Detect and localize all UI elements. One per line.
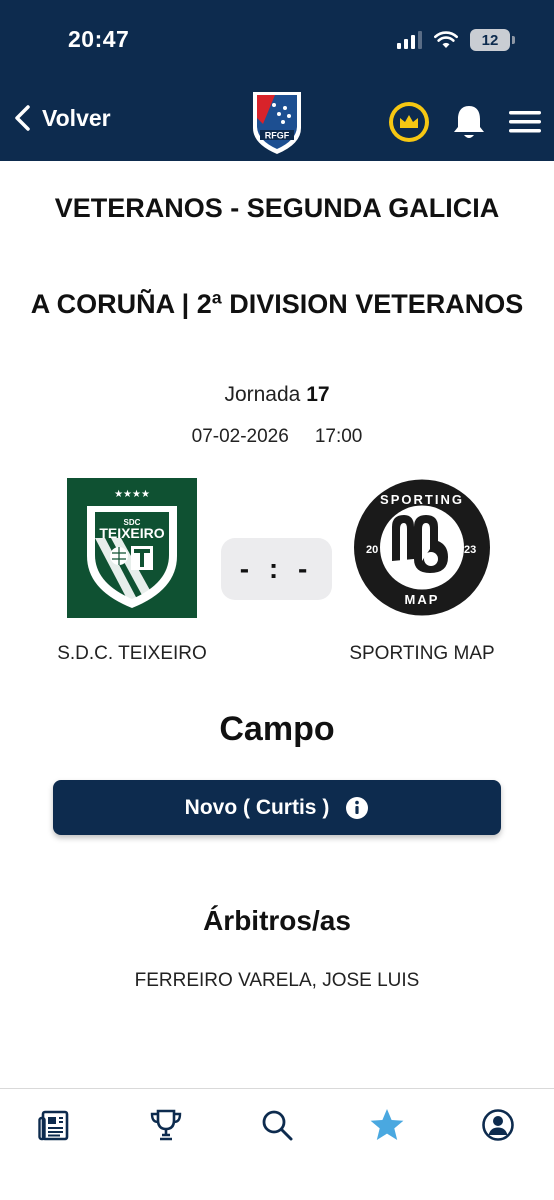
- signal-icon: [397, 31, 422, 49]
- nav-news[interactable]: [37, 1107, 73, 1143]
- crown-icon: [400, 115, 418, 128]
- app-header: 20:47 12 Volver RFGF: [0, 0, 554, 161]
- nav-favorites[interactable]: [369, 1107, 405, 1143]
- referee-names: FERREIRO VARELA, JOSE LUIS: [134, 970, 420, 991]
- away-logo-bottom: MAP: [405, 592, 440, 607]
- trophy-icon: [150, 1109, 182, 1141]
- rfgf-logo-icon[interactable]: RFGF: [249, 86, 305, 156]
- jornada-label: Jornada: [224, 383, 301, 406]
- nav-search[interactable]: [259, 1107, 295, 1143]
- competition-title: VETERANOS - SEGUNDA GALICIA: [54, 193, 500, 223]
- news-icon: [38, 1110, 69, 1141]
- jornada-number: 17: [306, 383, 330, 406]
- match-date: 07-02-2026: [191, 426, 289, 447]
- match-time: 17:00: [314, 426, 363, 447]
- home-logo-name: TEIXEIRO: [99, 525, 164, 541]
- match-datetime: 07-02-2026 17:00: [0, 426, 554, 448]
- jornada: Jornada 17: [0, 383, 554, 407]
- away-logo-left: 20: [366, 544, 378, 556]
- status-time: 20:47: [68, 26, 130, 52]
- score-box: - : -: [221, 538, 332, 600]
- away-team-name[interactable]: SPORTING MAP: [330, 643, 514, 665]
- nav-profile[interactable]: [480, 1107, 516, 1143]
- venue-name: Novo ( Curtis ): [184, 795, 330, 819]
- battery-icon: 12: [470, 29, 515, 51]
- venue-button[interactable]: Novo ( Curtis ): [53, 780, 501, 835]
- bell-icon[interactable]: [450, 102, 488, 142]
- star-icon: [370, 1109, 404, 1140]
- search-icon: [262, 1110, 293, 1141]
- premium-button[interactable]: [389, 102, 429, 142]
- home-team-logo[interactable]: ★★★★ SDC TEIXEIRO: [67, 478, 197, 618]
- logo-text: RFGF: [265, 131, 290, 141]
- away-logo-right: 23: [464, 544, 476, 556]
- menu-icon[interactable]: [509, 110, 541, 134]
- nav-competitions[interactable]: [148, 1107, 184, 1143]
- bottom-nav: [0, 1088, 554, 1200]
- venue-section-title: Campo: [219, 710, 335, 748]
- home-logo-stars: ★★★★: [114, 489, 150, 500]
- back-button[interactable]: Volver: [12, 104, 111, 132]
- chevron-left-icon: [15, 105, 30, 131]
- home-team-name[interactable]: S.D.C. TEIXEIRO: [40, 643, 224, 665]
- status-icons: 12: [397, 29, 515, 51]
- user-icon: [482, 1109, 514, 1141]
- info-icon: [346, 796, 369, 819]
- wifi-icon: [434, 31, 458, 48]
- away-logo-top: SPORTING: [380, 492, 464, 507]
- referees-section-title: Árbitros/as: [203, 905, 351, 936]
- away-team-logo[interactable]: SPORTING MAP 20 23: [352, 479, 492, 616]
- division-title: A CORUÑA | 2ª DIVISION VETERANOS: [30, 289, 524, 319]
- back-label: Volver: [42, 104, 111, 131]
